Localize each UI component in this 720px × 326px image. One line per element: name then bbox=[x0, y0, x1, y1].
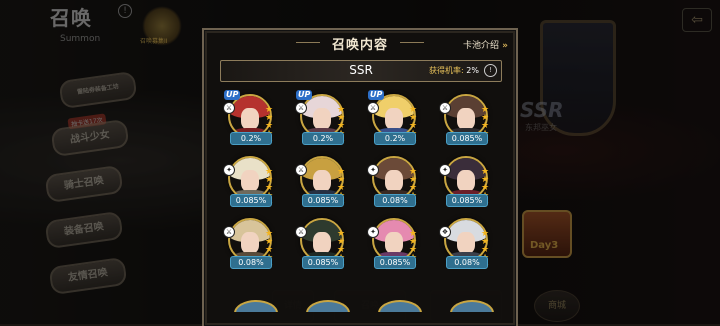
sword-icon: ⚔ bbox=[295, 226, 307, 238]
staff-icon: ✦ bbox=[367, 164, 379, 176]
staff-icon: ✦ bbox=[223, 164, 235, 176]
pool-intro-label: 卡池介绍 bbox=[463, 41, 500, 51]
portrait-face bbox=[457, 170, 475, 192]
character-card[interactable]: ❖ ★ ★ ★ ★ ★ 0.08% bbox=[436, 216, 498, 276]
portrait-face bbox=[385, 108, 403, 130]
portrait-face bbox=[241, 232, 259, 254]
rarity-banner: SSR 获得机率: 2% ! bbox=[220, 60, 502, 82]
drop-rate: 0.085% bbox=[446, 132, 488, 145]
drop-rate: 0.2% bbox=[302, 132, 344, 145]
sword-icon: ⚔ bbox=[295, 164, 307, 176]
portrait-partial bbox=[378, 300, 422, 312]
character-card[interactable]: ⚔ ★ ★ ★ ★ ★ 0.085% bbox=[436, 92, 498, 152]
sword-icon: ⚔ bbox=[439, 102, 451, 114]
chevron-right-icon: » bbox=[499, 41, 508, 51]
portrait-face bbox=[313, 170, 331, 192]
portrait-face bbox=[241, 108, 259, 130]
drop-rate: 0.085% bbox=[446, 194, 488, 207]
portrait-face bbox=[385, 170, 403, 192]
magic-icon: ❖ bbox=[439, 226, 451, 238]
drop-rate: 0.085% bbox=[374, 256, 416, 269]
character-card[interactable]: ✦ ★ ★ ★ ★ ★ 0.085% bbox=[220, 154, 282, 214]
character-card[interactable]: ✦ ★ ★ ★ ★ ★ 0.085% bbox=[436, 154, 498, 214]
drop-rate: 0.085% bbox=[302, 194, 344, 207]
character-card[interactable]: ⚔ ★ ★ ★ ★ ★ 0.08% bbox=[220, 216, 282, 276]
summon-content-panel: 召唤内容 卡池介绍 » SSR 获得机率: 2% ! ⚔ ★ ★ ★ ★ ★ 0… bbox=[202, 28, 518, 326]
sword-icon: ⚔ bbox=[295, 102, 307, 114]
portrait-partial bbox=[234, 300, 278, 312]
drop-rate: 0.08% bbox=[230, 256, 272, 269]
drop-rate: 0.08% bbox=[374, 194, 416, 207]
character-card[interactable]: ✦ ★ ★ ★ ★ ★ 0.08% bbox=[364, 154, 426, 214]
portrait-face bbox=[457, 108, 475, 130]
character-card[interactable]: ⚔ ★ ★ ★ ★ ★ 0.2% UP bbox=[292, 90, 354, 152]
rate-label: 获得机率: bbox=[429, 66, 464, 75]
portrait-face bbox=[313, 108, 331, 130]
up-badge: UP bbox=[224, 90, 241, 100]
sword-icon: ⚔ bbox=[367, 102, 379, 114]
up-badge: UP bbox=[368, 90, 385, 100]
rate-value: 2% bbox=[466, 66, 479, 75]
portrait-partial bbox=[306, 300, 350, 312]
next-row-preview bbox=[220, 300, 506, 312]
rate-info: 获得机率: 2% bbox=[429, 65, 479, 76]
drop-rate: 0.085% bbox=[302, 256, 344, 269]
up-badge: UP bbox=[296, 90, 313, 100]
sword-icon: ⚔ bbox=[223, 102, 235, 114]
staff-icon: ✦ bbox=[367, 226, 379, 238]
drop-rate: 0.085% bbox=[230, 194, 272, 207]
character-card[interactable]: ✦ ★ ★ ★ ★ ★ 0.085% bbox=[364, 216, 426, 276]
info-icon[interactable]: ! bbox=[484, 64, 497, 77]
drop-rate: 0.08% bbox=[446, 256, 488, 269]
character-card[interactable]: ⚔ ★ ★ ★ ★ ★ 0.085% bbox=[292, 154, 354, 214]
character-card[interactable]: ⚔ ★ ★ ★ ★ ★ 0.2% UP bbox=[220, 90, 282, 152]
staff-icon: ✦ bbox=[439, 164, 451, 176]
pool-intro-link[interactable]: 卡池介绍 » bbox=[463, 38, 508, 51]
sword-icon: ⚔ bbox=[223, 226, 235, 238]
portrait-partial bbox=[450, 300, 494, 312]
portrait-face bbox=[457, 232, 475, 254]
portrait-face bbox=[313, 232, 331, 254]
portrait-face bbox=[385, 232, 403, 254]
portrait-face bbox=[241, 170, 259, 192]
character-card[interactable]: ⚔ ★ ★ ★ ★ ★ 0.085% bbox=[292, 216, 354, 276]
drop-rate: 0.2% bbox=[374, 132, 416, 145]
character-card[interactable]: ⚔ ★ ★ ★ ★ ★ 0.2% UP bbox=[364, 90, 426, 152]
drop-rate: 0.2% bbox=[230, 132, 272, 145]
